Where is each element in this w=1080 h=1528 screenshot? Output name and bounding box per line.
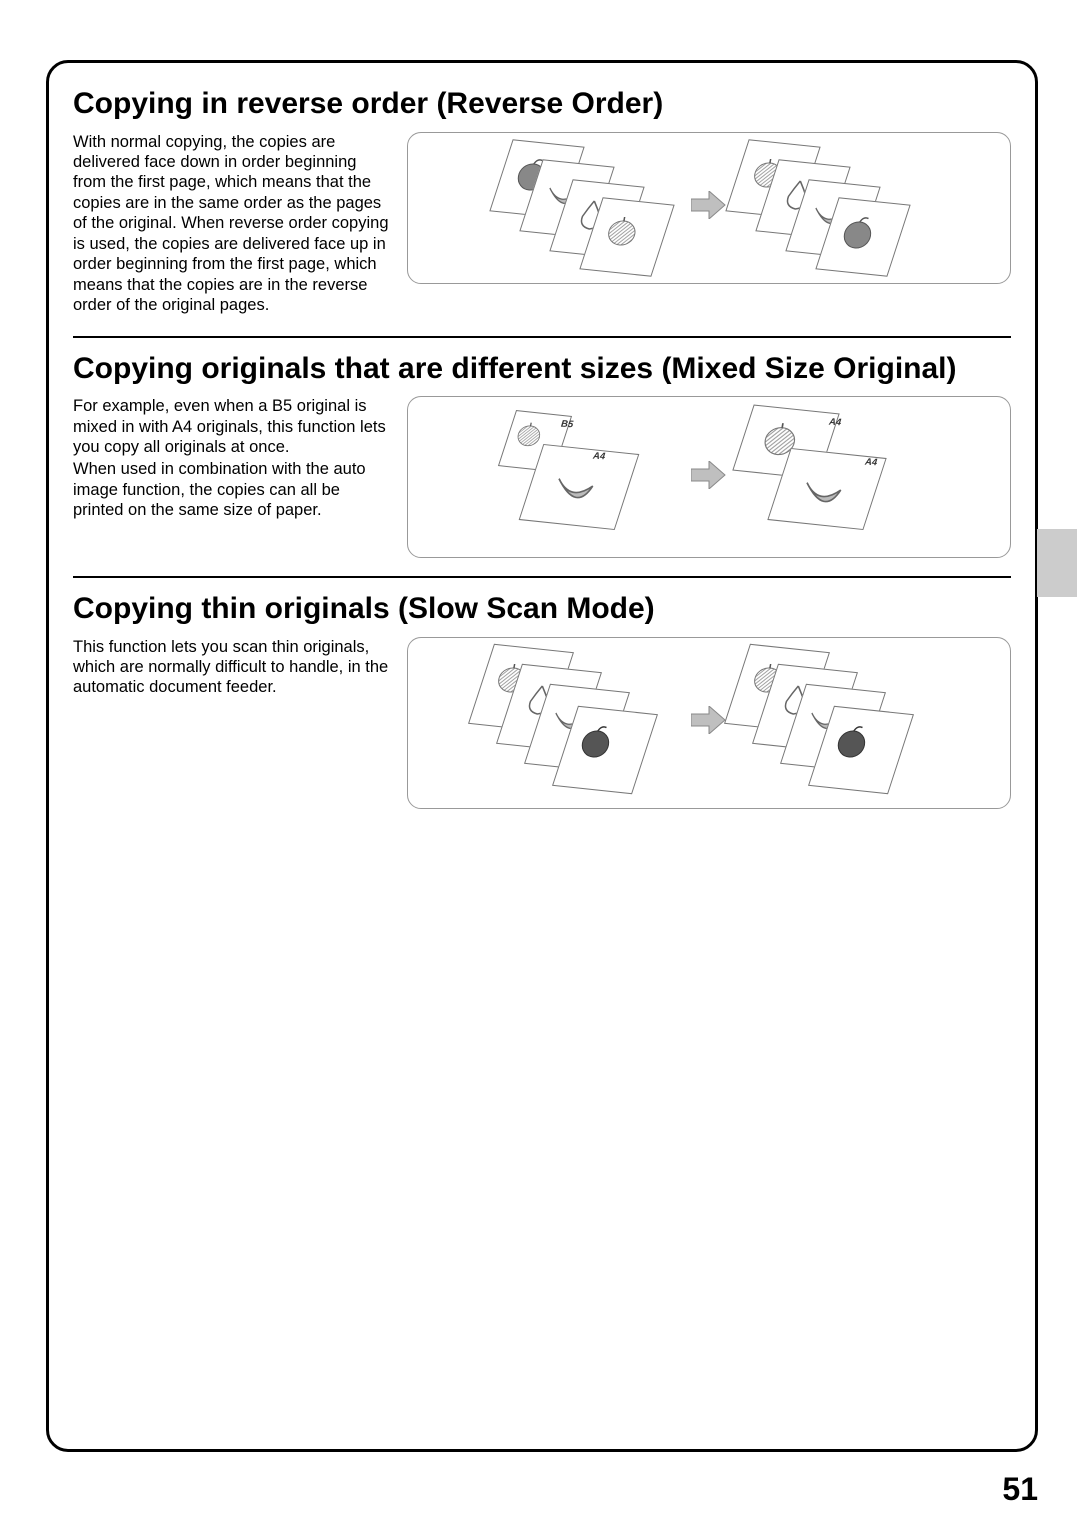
- melon-icon: [602, 213, 642, 249]
- banana-icon: [549, 464, 598, 509]
- divider: [73, 336, 1011, 338]
- apple-icon: [838, 213, 878, 249]
- apple-dark-icon: [576, 722, 616, 758]
- section-title: Copying originals that are different siz…: [73, 352, 1011, 387]
- illustration-reverse-order: [407, 132, 1011, 284]
- thumb-tab: [1037, 529, 1077, 597]
- section-title: Copying in reverse order (Reverse Order): [73, 87, 1011, 122]
- section-body: With normal copying, the copies are deli…: [73, 132, 1011, 318]
- page-stack-before: B5 A4: [491, 407, 681, 547]
- page-stack-after: A4 A4: [737, 407, 927, 547]
- page-icon: [827, 201, 899, 273]
- section-title: Copying thin originals (Slow Scan Mode): [73, 592, 1011, 627]
- size-label: B5: [560, 419, 573, 431]
- section-body: For example, even when a B5 original is …: [73, 396, 1011, 558]
- section-description: For example, even when a B5 original is …: [73, 396, 393, 523]
- page-a4-icon: [779, 453, 875, 525]
- page-stack-before: [501, 143, 681, 273]
- desc-text: This function lets you scan thin origina…: [73, 637, 393, 698]
- desc-text: When used in combination with the auto i…: [73, 459, 393, 520]
- apple-dark-icon: [832, 722, 872, 758]
- size-label: A4: [592, 451, 605, 463]
- page-number: 51: [1002, 1471, 1038, 1508]
- section-description: With normal copying, the copies are deli…: [73, 132, 393, 318]
- arrow-icon: [691, 461, 727, 494]
- page-frame: Copying in reverse order (Reverse Order)…: [46, 60, 1038, 1452]
- page-icon: [821, 710, 901, 790]
- arrow-icon: [691, 191, 727, 224]
- illustration-mixed-size: B5 A4 A4 A4: [407, 396, 1011, 558]
- section-slow-scan: Copying thin originals (Slow Scan Mode) …: [73, 592, 1011, 809]
- page-a4-icon: [531, 449, 627, 525]
- page-icon: [591, 201, 663, 273]
- arrow-icon: [691, 706, 727, 739]
- section-description: This function lets you scan thin origina…: [73, 637, 393, 700]
- size-label: A4: [864, 457, 877, 469]
- illustration-slow-scan: [407, 637, 1011, 809]
- desc-text: With normal copying, the copies are deli…: [73, 132, 393, 316]
- divider: [73, 576, 1011, 578]
- page-stack-after: [737, 143, 917, 273]
- melon-icon: [513, 420, 546, 450]
- page-stack-after: [737, 648, 937, 798]
- section-mixed-size: Copying originals that are different siz…: [73, 352, 1011, 559]
- size-label: A4: [828, 417, 841, 429]
- section-body: This function lets you scan thin origina…: [73, 637, 1011, 809]
- desc-text: For example, even when a B5 original is …: [73, 396, 393, 457]
- banana-icon: [797, 468, 846, 513]
- page-icon: [565, 710, 645, 790]
- section-reverse-order: Copying in reverse order (Reverse Order)…: [73, 87, 1011, 318]
- page-stack-before: [481, 648, 681, 798]
